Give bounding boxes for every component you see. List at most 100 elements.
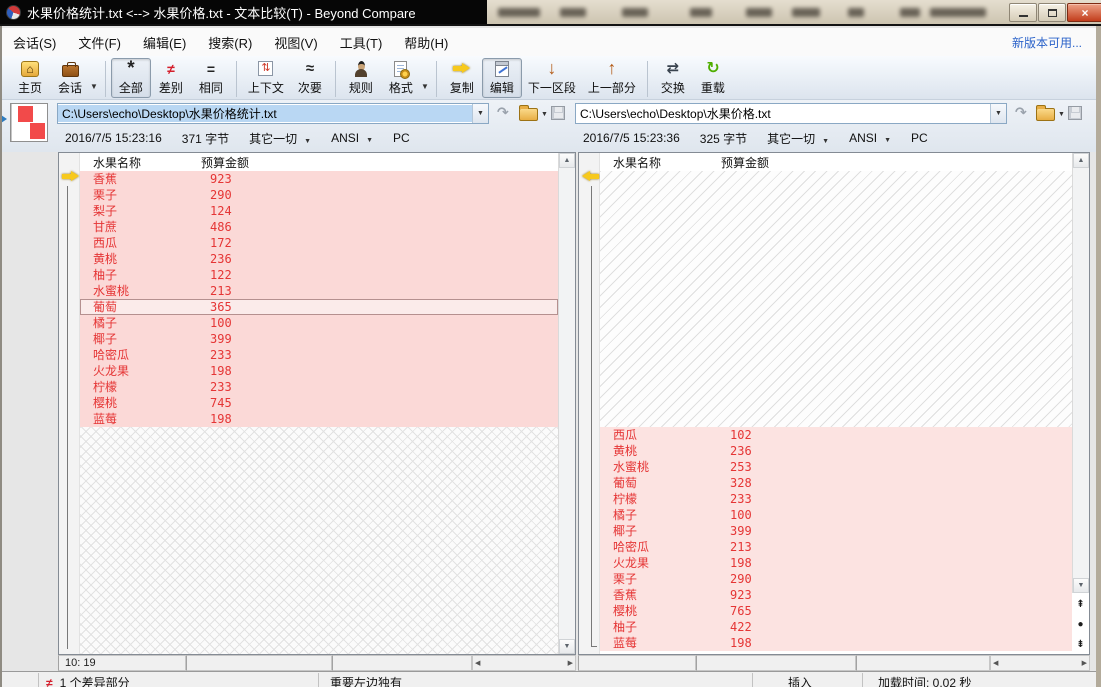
right-encoding[interactable]: ANSI▼: [849, 131, 891, 145]
menu-help[interactable]: 帮助(H): [393, 28, 459, 56]
right-browse-folder-icon[interactable]: [1036, 108, 1055, 121]
scroll-up-icon[interactable]: ▲: [1073, 153, 1089, 168]
file-line[interactable]: 哈密瓜213: [600, 539, 1072, 555]
file-line[interactable]: 黄桃236: [600, 443, 1072, 459]
edit-button[interactable]: 编辑: [482, 58, 522, 98]
scroll-right-icon[interactable]: ▶: [568, 659, 573, 667]
last-diff-icon[interactable]: ⇟: [1076, 640, 1084, 650]
center-current-icon[interactable]: ●: [1077, 620, 1083, 630]
right-line-format[interactable]: PC: [911, 131, 928, 145]
file-line[interactable]: 香蕉923: [600, 587, 1072, 603]
format-button[interactable]: 格式: [381, 58, 421, 98]
minimize-button[interactable]: [1009, 3, 1037, 22]
file-line[interactable]: 蓝莓198: [80, 411, 558, 427]
scroll-down-icon[interactable]: ▼: [1073, 578, 1089, 593]
file-line[interactable]: 橘子100: [600, 507, 1072, 523]
scroll-left-icon[interactable]: ◀: [993, 659, 998, 667]
right-text-area[interactable]: 水果名称预算金额 西瓜102 黄桃236 水蜜桃253 葡萄328: [600, 153, 1072, 654]
home-button[interactable]: ⌂ 主页: [10, 58, 50, 98]
scroll-up-icon[interactable]: ▲: [559, 153, 575, 168]
file-line[interactable]: 椰子399: [600, 523, 1072, 539]
file-line[interactable]: 香蕉923: [80, 171, 558, 187]
left-browse-dropdown-icon[interactable]: ▼: [541, 111, 548, 118]
update-available-link[interactable]: 新版本可用...: [1012, 34, 1082, 51]
first-diff-icon[interactable]: ⇞: [1076, 600, 1084, 610]
left-send-to-icon[interactable]: ↷: [497, 104, 509, 121]
file-line[interactable]: 橘子100: [80, 315, 558, 331]
reload-button[interactable]: ↻ 重载: [693, 58, 733, 98]
scroll-right-icon[interactable]: ▶: [1082, 659, 1087, 667]
right-vertical-scrollbar[interactable]: ▲ ▼: [1072, 153, 1089, 593]
comparison-thumbnail[interactable]: [10, 103, 48, 142]
right-horizontal-scrollbar[interactable]: ◀ ▶: [990, 655, 1090, 671]
file-line[interactable]: 西瓜102: [600, 427, 1072, 443]
left-line-format[interactable]: PC: [393, 131, 410, 145]
left-encoding[interactable]: ANSI▼: [331, 131, 373, 145]
format-dropdown-icon[interactable]: ▼: [421, 82, 429, 91]
right-diff-arrow-icon[interactable]: [582, 171, 599, 182]
right-save-icon[interactable]: [1068, 106, 1082, 120]
minor-button[interactable]: ≈ 次要: [290, 58, 330, 98]
left-diff-arrow-icon[interactable]: [62, 171, 79, 182]
right-header-line[interactable]: 水果名称预算金额: [600, 155, 1072, 171]
file-line[interactable]: 柚子122: [80, 267, 558, 283]
context-button[interactable]: ⇅ 上下文: [242, 58, 290, 98]
left-path-combobox[interactable]: C:\Users\echo\Desktop\水果价格统计.txt ▼: [57, 103, 489, 124]
left-header-line[interactable]: 水果名称预算金额: [80, 155, 558, 171]
show-all-button[interactable]: * 全部: [111, 58, 151, 98]
file-line[interactable]: 樱桃745: [80, 395, 558, 411]
rules-button[interactable]: 规则: [341, 58, 381, 98]
left-text-area[interactable]: 水果名称预算金额 香蕉923 栗子290 梨子124 甘蔗486: [80, 153, 558, 654]
show-differences-button[interactable]: ≠ 差别: [151, 58, 191, 98]
right-path-combobox[interactable]: C:\Users\echo\Desktop\水果价格.txt ▼: [575, 103, 1007, 124]
sessions-button[interactable]: 会话: [50, 58, 90, 98]
right-path-dropdown-icon[interactable]: ▼: [990, 104, 1006, 123]
sessions-dropdown-icon[interactable]: ▼: [90, 82, 98, 91]
file-line[interactable]: 黄桃236: [80, 251, 558, 267]
menu-tools[interactable]: 工具(T): [329, 28, 394, 56]
file-line[interactable]: 甘蔗486: [80, 219, 558, 235]
left-path-dropdown-icon[interactable]: ▼: [472, 104, 488, 123]
left-browse-folder-icon[interactable]: [519, 108, 538, 121]
menu-session[interactable]: 会话(S): [2, 28, 67, 56]
file-line[interactable]: 水蜜桃213: [80, 283, 558, 299]
file-line[interactable]: 椰子399: [80, 331, 558, 347]
left-vertical-scrollbar[interactable]: ▲ ▼: [558, 153, 575, 654]
menu-view[interactable]: 视图(V): [263, 28, 328, 56]
file-line[interactable]: 哈密瓜233: [80, 347, 558, 363]
file-line[interactable]: 栗子290: [600, 571, 1072, 587]
scroll-left-icon[interactable]: ◀: [475, 659, 480, 667]
file-line[interactable]: 葡萄328: [600, 475, 1072, 491]
file-line[interactable]: 栗子290: [80, 187, 558, 203]
scroll-down-icon[interactable]: ▼: [559, 639, 575, 654]
close-button[interactable]: ×: [1067, 3, 1101, 22]
file-line[interactable]: 柠檬233: [600, 491, 1072, 507]
file-line[interactable]: 水蜜桃253: [600, 459, 1072, 475]
copy-button[interactable]: 复制: [442, 58, 482, 98]
file-line[interactable]: 梨子124: [80, 203, 558, 219]
file-line[interactable]: 柚子422: [600, 619, 1072, 635]
previous-part-button[interactable]: ↑ 上一部分: [582, 58, 642, 98]
next-section-button[interactable]: ↓ 下一区段: [522, 58, 582, 98]
right-send-to-icon[interactable]: ↷: [1015, 104, 1027, 121]
file-line[interactable]: 蓝莓198: [600, 635, 1072, 651]
left-display-filter[interactable]: 其它一切▼: [249, 130, 311, 147]
menu-edit[interactable]: 编辑(E): [132, 28, 197, 56]
file-line[interactable]: 柠檬233: [80, 379, 558, 395]
menu-file[interactable]: 文件(F): [67, 28, 132, 56]
left-save-icon[interactable]: [551, 106, 565, 120]
file-line[interactable]: 樱桃765: [600, 603, 1072, 619]
right-display-filter[interactable]: 其它一切▼: [767, 130, 829, 147]
file-line[interactable]: 葡萄365: [80, 299, 558, 315]
right-path-value[interactable]: C:\Users\echo\Desktop\水果价格.txt: [576, 105, 990, 122]
file-line[interactable]: 火龙果198: [600, 555, 1072, 571]
left-horizontal-scrollbar[interactable]: ◀ ▶: [472, 655, 576, 671]
menu-search[interactable]: 搜索(R): [197, 28, 263, 56]
show-same-button[interactable]: = 相同: [191, 58, 231, 98]
file-line[interactable]: 西瓜172: [80, 235, 558, 251]
left-path-value[interactable]: C:\Users\echo\Desktop\水果价格统计.txt: [58, 105, 472, 122]
right-browse-dropdown-icon[interactable]: ▼: [1058, 111, 1065, 118]
file-line[interactable]: 火龙果198: [80, 363, 558, 379]
maximize-button[interactable]: [1038, 3, 1066, 22]
swap-button[interactable]: ⇄ 交换: [653, 58, 693, 98]
